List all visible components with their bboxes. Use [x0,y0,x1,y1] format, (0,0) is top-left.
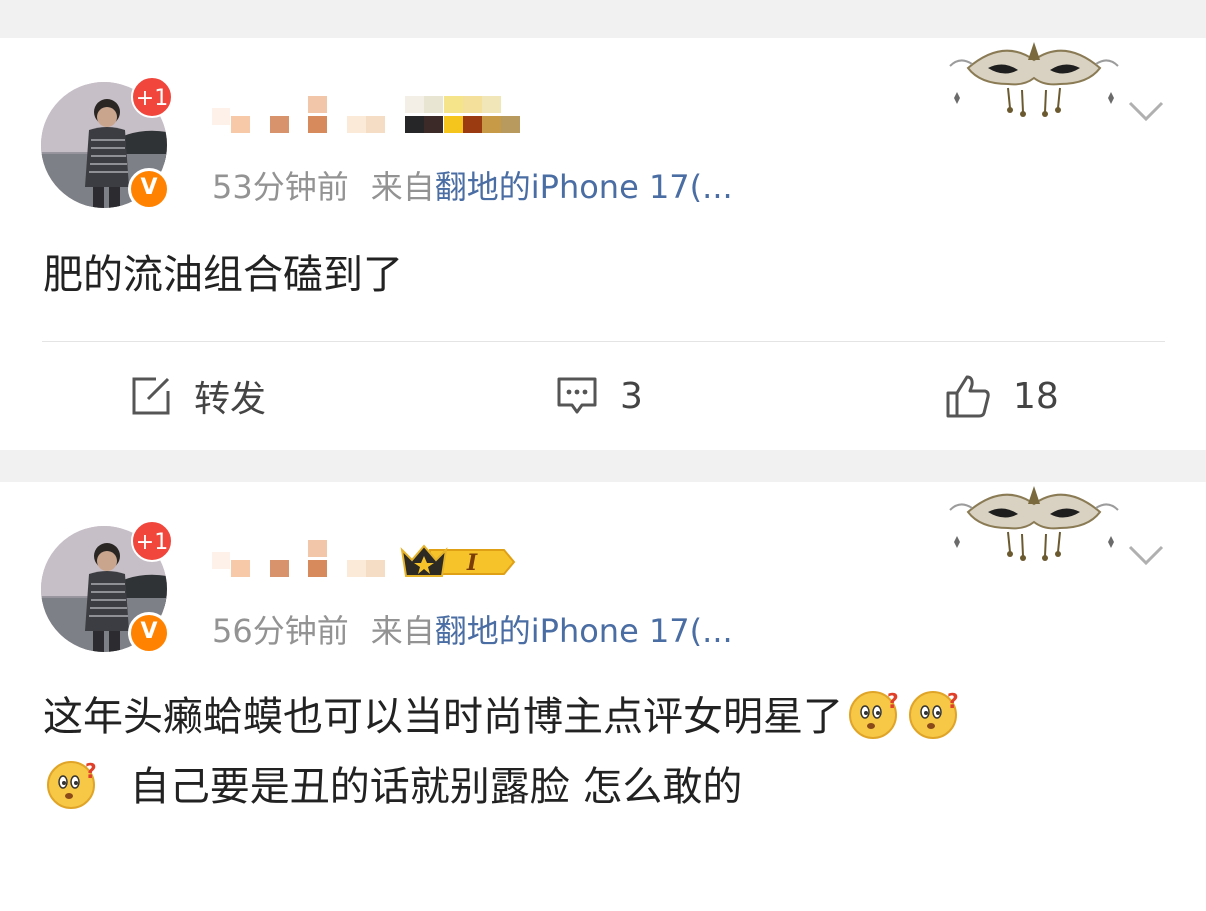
repost-button[interactable]: 转发 [130,371,266,421]
confused-face-emoji: ? [849,689,899,739]
device-link[interactable]: 翻地的iPhone 17(... [435,168,733,206]
like-button[interactable]: 18 [945,371,1059,421]
weibo-post-card: +1 V 53分钟前 来自翻地的iPhone 17(... 肥的流油组合磕到了 … [0,38,1206,450]
divider [42,341,1165,342]
post-meta: 53分钟前 来自翻地的iPhone 17(... [212,162,733,208]
username-blurred[interactable] [212,538,392,586]
verified-badge: V [128,168,170,210]
comment-bubble-icon [557,377,597,414]
weibo-post-card: +1 V I 56分钟前 来自翻地的iPhone 17(... 这年头癞蛤蟆也可… [0,482,1206,911]
comment-button[interactable]: 3 [556,371,643,421]
comment-count: 3 [620,375,643,417]
post-text: 肥的流油组合磕到了 [43,252,403,298]
username-blurred[interactable] [212,94,524,142]
thumbs-up-icon [946,375,990,418]
source-prefix: 来自 [370,168,435,206]
vip-level-text: I [466,550,478,576]
masquerade-mask-icon [949,42,1119,117]
svg-text:?: ? [887,689,899,713]
chevron-down-icon[interactable] [1128,544,1164,566]
post-time: 56分钟前 [212,612,349,650]
chevron-down-icon[interactable] [1128,100,1164,122]
verified-badge: V [128,612,170,654]
svg-text:?: ? [947,689,959,713]
new-content-badge: +1 [131,520,173,562]
like-count: 18 [1013,375,1059,417]
post-time: 53分钟前 [212,168,349,206]
confused-face-emoji: ? [909,689,959,739]
edit-square-icon [132,377,170,415]
post-text-line2: ? 自己要是丑的话就别露脸 怎么敢的 [45,752,742,822]
post-text: 这年头癞蛤蟆也可以当时尚博主点评女明星了 [43,694,843,740]
post-text-line1: 这年头癞蛤蟆也可以当时尚博主点评女明星了?? [43,682,963,752]
new-content-badge: +1 [131,76,173,118]
source-prefix: 来自 [370,612,435,650]
confused-face-emoji: ? [47,759,97,809]
vip-level-badge[interactable]: I [400,542,516,582]
svg-text:?: ? [85,759,97,783]
device-link[interactable]: 翻地的iPhone 17(... [435,612,733,650]
repost-label: 转发 [194,379,267,420]
post-meta: 56分钟前 来自翻地的iPhone 17(... [212,606,733,652]
post-text: 自己要是丑的话就别露脸 怎么敢的 [129,764,743,810]
masquerade-mask-icon [949,486,1119,561]
